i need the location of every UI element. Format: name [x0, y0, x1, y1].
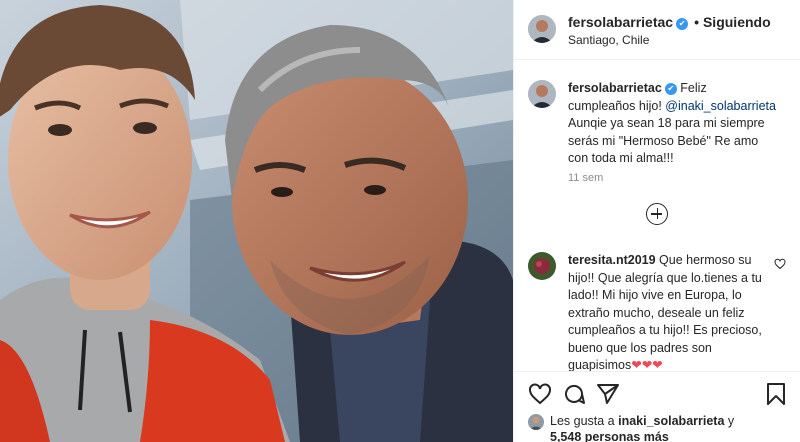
liker-avatar[interactable] [528, 414, 544, 430]
author-avatar[interactable] [528, 15, 556, 43]
likes-connector: y [724, 414, 735, 428]
post-photo[interactable] [0, 0, 513, 442]
caption-block: fersolabarrietac ✔ Feliz cumpleaños hijo!… [528, 80, 786, 190]
caption-timestamp[interactable]: 11 sem [568, 172, 603, 184]
paper-plane-icon[interactable] [596, 382, 620, 406]
post-side-panel: fersolabarrietac ✔ • Siguiendo Santiago, Ch… [513, 0, 800, 442]
plus-circle-icon[interactable] [646, 203, 668, 225]
separator-dot: • [694, 14, 699, 30]
comment-text: teresita.nt2019 Que hermoso su hijo!! Qu… [568, 252, 776, 375]
action-bar: Les gusta a inaki_solabarrieta y 5,548 pe… [514, 371, 800, 442]
verified-badge-icon: ✔ [676, 18, 689, 30]
comment-body: Que hermoso su hijo!! Que alegría que lo… [568, 253, 762, 372]
small-heart-icon[interactable] [774, 258, 786, 270]
caption-username[interactable]: fersolabarrietac [568, 81, 662, 95]
caption-body-end: Aunqie ya sean 18 para mi siempre serás … [568, 116, 765, 165]
heart-icon[interactable] [528, 382, 552, 406]
bookmark-icon[interactable] [764, 382, 788, 406]
post-header: fersolabarrietac ✔ • Siguiendo Santiago, Ch… [514, 0, 800, 60]
comment-item: teresita.nt2019 Que hermoso su hijo!! Qu… [528, 252, 786, 372]
caption-avatar[interactable] [528, 80, 556, 108]
caption-mention-link[interactable]: @inaki_solabarrieta [665, 99, 776, 113]
author-username[interactable]: fersolabarrietac [568, 14, 673, 30]
selfie-image [0, 0, 513, 442]
following-button[interactable]: Siguiendo [703, 14, 771, 30]
commenter-avatar[interactable] [528, 252, 556, 280]
instagram-post: fersolabarrietac ✔ • Siguiendo Santiago, Ch… [0, 0, 800, 442]
liker-username[interactable]: inaki_solabarrieta [618, 414, 724, 428]
caption-text: fersolabarrietac ✔ Feliz cumpleaños hijo!… [568, 80, 776, 168]
likes-prefix: Les gusta a [550, 414, 619, 428]
comment-bubble-icon[interactable] [562, 382, 586, 406]
commenter-username[interactable]: teresita.nt2019 [568, 253, 656, 267]
likes-count[interactable]: 5,548 personas más [550, 430, 669, 442]
hearts-emoji: ❤❤❤ [631, 358, 663, 372]
location-link[interactable]: Santiago, Chile [568, 33, 649, 47]
likes-text: Les gusta a inaki_solabarrieta y 5,548 pe… [550, 413, 788, 442]
verified-badge-icon: ✔ [664, 83, 677, 95]
